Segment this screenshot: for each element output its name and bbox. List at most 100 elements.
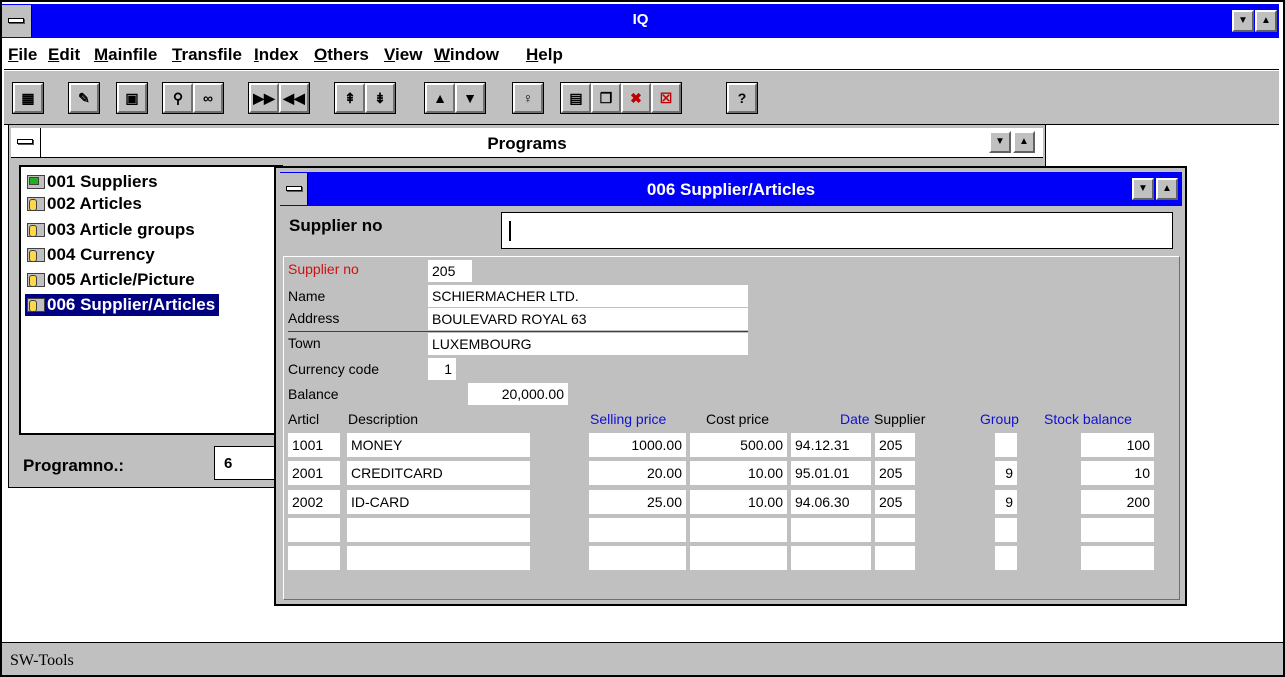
program-item-supplier-articles[interactable]: 006 Supplier/Articles (25, 294, 220, 316)
cell-selling-price[interactable]: 25.00 (589, 490, 686, 514)
menu-others[interactable]: Others (314, 45, 369, 65)
name-label: Name (288, 288, 326, 304)
maximize-icon: ▲ (1162, 183, 1172, 194)
close-record-icon[interactable]: ☒ (651, 83, 681, 113)
cell-supplier[interactable]: 205 (875, 461, 915, 485)
delete-record-icon[interactable]: ✖ (621, 83, 651, 113)
cell-date[interactable] (791, 518, 871, 542)
calculator-icon[interactable]: ▦ (13, 83, 43, 113)
cell-supplier[interactable] (875, 546, 915, 570)
cell-cost-price[interactable]: 500.00 (690, 433, 787, 457)
cell-articl[interactable] (288, 518, 340, 542)
menu-mainfile[interactable]: Mainfile (94, 45, 157, 65)
cell-group[interactable]: 9 (995, 490, 1017, 514)
address-field[interactable]: BOULEVARD ROYAL 63 (428, 308, 748, 330)
cell-description[interactable]: MONEY (347, 433, 530, 457)
lightbulb-icon[interactable]: ♀ (513, 83, 543, 113)
cell-cost-price[interactable]: 10.00 (690, 490, 787, 514)
programs-list[interactable]: 001 Suppliers 002 Articles 003 Article g… (19, 165, 283, 435)
edit-note-icon[interactable]: ✎ (69, 83, 99, 113)
minimize-button[interactable]: ▼ (1232, 10, 1254, 32)
sa-maximize-button[interactable]: ▲ (1156, 178, 1178, 200)
col-cost-price-header: Cost price (706, 411, 770, 427)
program-item-articles[interactable]: 002 Articles (27, 193, 142, 215)
cell-group[interactable] (995, 546, 1017, 570)
cell-stock-balance[interactable]: 100 (1081, 433, 1154, 457)
supplier-articles-title-bar[interactable]: 006 Supplier/Articles ▼ ▲ (280, 172, 1182, 206)
menu-help-accel: H (526, 45, 539, 64)
town-field[interactable]: LUXEMBOURG (428, 333, 748, 355)
program-item-currency[interactable]: 004 Currency (27, 244, 155, 266)
supplier-no-field[interactable]: 205 (428, 260, 472, 282)
cell-articl[interactable]: 2001 (288, 461, 340, 485)
cell-date[interactable] (791, 546, 871, 570)
menu-index[interactable]: Index (254, 45, 298, 65)
col-date-header: Date (840, 411, 870, 427)
previous-record-icon[interactable]: ◀◀ (279, 83, 309, 113)
up-icon[interactable]: ▲ (425, 83, 455, 113)
menu-help[interactable]: Help (526, 45, 563, 65)
programs-title-bar[interactable]: Programs ▼ ▲ (11, 128, 1043, 158)
cell-date[interactable]: 94.06.30 (791, 490, 871, 514)
cell-stock-balance[interactable] (1081, 518, 1154, 542)
save-icon[interactable]: ▣ (117, 83, 147, 113)
glasses-icon[interactable]: ∞ (193, 83, 223, 113)
cascade-icon[interactable]: ❐ (591, 83, 621, 113)
program-item-article-groups[interactable]: 003 Article groups (27, 219, 195, 241)
cell-date[interactable]: 95.01.01 (791, 461, 871, 485)
search-icon[interactable]: ⚲ (163, 83, 193, 113)
cell-cost-price[interactable] (690, 546, 787, 570)
cell-group[interactable]: 9 (995, 461, 1017, 485)
cell-stock-balance[interactable]: 10 (1081, 461, 1154, 485)
first-icon[interactable]: ⇞ (335, 83, 365, 113)
menu-view[interactable]: View (384, 45, 422, 65)
cell-selling-price[interactable] (589, 518, 686, 542)
supplier-no-key-label: Supplier no (289, 216, 383, 235)
help-icon[interactable]: ? (727, 83, 757, 113)
next-record-icon[interactable]: ▶▶ (249, 83, 279, 113)
cell-selling-price[interactable]: 1000.00 (589, 433, 686, 457)
sa-minimize-button[interactable]: ▼ (1132, 178, 1154, 200)
toolbar-group-8: ♀ (512, 82, 544, 114)
cell-cost-price[interactable] (690, 518, 787, 542)
menu-transfile[interactable]: Transfile (172, 45, 242, 65)
supplier-no-key-input[interactable] (501, 212, 1173, 249)
menu-file[interactable]: File (8, 45, 37, 65)
currency-code-field[interactable]: 1 (428, 358, 456, 380)
cell-articl[interactable]: 2002 (288, 490, 340, 514)
program-item-suppliers[interactable]: 001 Suppliers (27, 171, 158, 193)
cell-selling-price[interactable]: 20.00 (589, 461, 686, 485)
window-layout-icon[interactable]: ▤ (561, 83, 591, 113)
cell-group[interactable] (995, 518, 1017, 542)
cell-supplier[interactable]: 205 (875, 490, 915, 514)
program-item-article-picture[interactable]: 005 Article/Picture (27, 269, 195, 291)
cell-supplier[interactable]: 205 (875, 433, 915, 457)
main-title-bar[interactable]: IQ ▼ ▲ (2, 4, 1279, 38)
programs-minimize-button[interactable]: ▼ (989, 131, 1011, 153)
cell-stock-balance[interactable] (1081, 546, 1154, 570)
cell-description[interactable] (347, 546, 530, 570)
cell-supplier[interactable] (875, 518, 915, 542)
down-icon[interactable]: ▼ (455, 83, 485, 113)
cell-articl[interactable] (288, 546, 340, 570)
last-icon[interactable]: ⇟ (365, 83, 395, 113)
cell-articl[interactable]: 1001 (288, 433, 340, 457)
cell-cost-price[interactable]: 10.00 (690, 461, 787, 485)
programs-maximize-button[interactable]: ▲ (1013, 131, 1035, 153)
menu-window[interactable]: Window (434, 45, 499, 65)
supplier-articles-window: 006 Supplier/Articles ▼ ▲ Supplier no Su… (274, 166, 1187, 606)
cell-selling-price[interactable] (589, 546, 686, 570)
cell-stock-balance[interactable]: 200 (1081, 490, 1154, 514)
supplier-articles-title: 006 Supplier/Articles (646, 180, 816, 199)
balance-field[interactable]: 20,000.00 (468, 383, 568, 405)
cell-description[interactable]: CREDITCARD (347, 461, 530, 485)
cell-group[interactable] (995, 433, 1017, 457)
cell-date[interactable]: 94.12.31 (791, 433, 871, 457)
cell-description[interactable] (347, 518, 530, 542)
menu-edit[interactable]: Edit (48, 45, 80, 65)
maximize-icon: ▲ (1019, 136, 1029, 147)
name-field[interactable]: SCHIERMACHER LTD. (428, 285, 748, 307)
maximize-button[interactable]: ▲ (1255, 10, 1277, 32)
col-stock-balance-header: Stock balance (1044, 411, 1132, 427)
cell-description[interactable]: ID-CARD (347, 490, 530, 514)
